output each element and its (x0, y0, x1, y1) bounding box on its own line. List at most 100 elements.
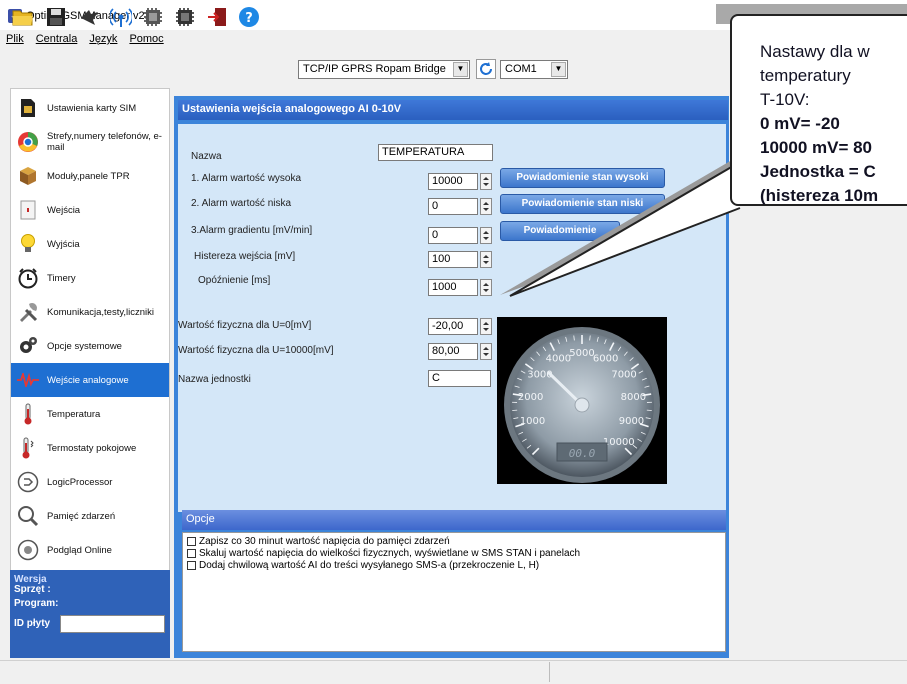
sidebar-item-event-memory[interactable]: Pamięć zdarzeń (11, 499, 169, 533)
unit-field[interactable]: C (428, 370, 491, 387)
callout-pointer (500, 160, 741, 297)
callout-line-2: temperatury (760, 66, 851, 85)
sidebar-item-online-preview[interactable]: Podgląd Online (11, 533, 169, 567)
checkbox[interactable] (187, 537, 196, 546)
option-scale-voltage[interactable]: Skaluj wartość napięcia do wielkości fiz… (187, 548, 580, 559)
phys-u0-stepper[interactable] (480, 318, 492, 335)
menu-jezyk[interactable]: Język (89, 33, 117, 51)
inputs-icon (17, 199, 39, 221)
refresh-icon[interactable] (476, 59, 496, 79)
sim-card-icon (17, 97, 39, 119)
version-program-label: Program: (14, 598, 59, 609)
callout-box: Nastawy dla w temperatury T-10V: 0 mV= -… (730, 14, 907, 206)
chip-icon[interactable] (142, 6, 164, 28)
exit-door-icon[interactable] (206, 6, 228, 28)
folder-open-icon[interactable] (12, 6, 34, 28)
alarm-high-field[interactable]: 10000 (428, 173, 478, 190)
checkbox[interactable] (187, 561, 196, 570)
phys-u10k-stepper[interactable] (480, 343, 492, 360)
hysteresis-field[interactable]: 100 (428, 251, 478, 268)
chevron-down-icon[interactable]: ▼ (453, 62, 468, 77)
callout-line-6: Jednostka = C (760, 162, 876, 181)
phys-u0-field[interactable]: -20,00 (428, 318, 478, 335)
option-add-ai-to-sms[interactable]: Dodaj chwilową wartość AI do treści wysy… (187, 560, 539, 571)
gauge-tick-label: 4000 (546, 354, 571, 365)
callout-line-1: Nastawy dla w (760, 42, 870, 61)
phys-u0-label: Wartość fizyczna dla U=0[mV] (178, 320, 312, 331)
phys-u10k-label: Wartość fizyczna dla U=10000[mV] (178, 345, 334, 356)
gauge-tick-label: 6000 (593, 354, 618, 365)
gauge-panel: 1000 2000 3000 4000 5000 6000 7000 8000 9000 1000… (497, 317, 667, 484)
event-memory-icon (17, 505, 39, 527)
sidebar-item-system-options[interactable]: Opcje systemowe (11, 329, 169, 363)
arrow-icon[interactable] (78, 6, 100, 28)
bulb-icon (17, 233, 39, 255)
callout-line-4: 0 mV= -20 (760, 114, 840, 133)
online-preview-icon (17, 539, 39, 561)
delay-label: Opóźnienie [ms] (198, 275, 271, 286)
phys-u10k-field[interactable]: 80,00 (428, 343, 478, 360)
name-label: Nazwa (191, 151, 222, 162)
waveform-icon (17, 369, 39, 391)
connection-type-select[interactable]: TCP/IP GPRS Ropam Bridge ▼ (298, 60, 470, 79)
menu-plik[interactable]: Plik (6, 33, 24, 51)
sidebar-item-outputs[interactable]: Wyjścia (11, 227, 169, 261)
checkbox[interactable] (187, 549, 196, 558)
gauge-tick-label: 1000 (520, 416, 545, 427)
sidebar-item-zones[interactable]: Strefy,numery telefonów, e-mail (11, 125, 169, 159)
sidebar-item-timers[interactable]: Timery (11, 261, 169, 295)
chrome-ball-icon (17, 131, 39, 153)
panel-title: Ustawienia wejścia analogowego AI 0-10V (178, 100, 728, 120)
status-divider (549, 662, 550, 682)
sidebar-item-communication[interactable]: Komunikacja,testy,liczniki (11, 295, 169, 329)
options-title: Opcje (182, 510, 726, 530)
com-port-select[interactable]: COM1 ▼ (500, 60, 568, 79)
gauge-dial: 1000200030004000500060007000800090001000… (504, 327, 660, 483)
options-list: Zapisz co 30 minut wartość napięcia do p… (182, 532, 726, 652)
gears-icon (17, 335, 39, 357)
alarm-gradient-field[interactable]: 0 (428, 227, 478, 244)
sidebar-item-logic-processor[interactable]: LogicProcessor (11, 465, 169, 499)
chip-dark-icon[interactable] (174, 6, 196, 28)
gauge-tick-label: 7000 (611, 369, 636, 380)
modules-icon (17, 165, 39, 187)
chevron-down-icon[interactable]: ▼ (551, 62, 566, 77)
unit-label: Nazwa jednostki (178, 374, 251, 385)
gauge-tick-label: 9000 (619, 416, 644, 427)
gauge-tick-label: 10000 (603, 437, 635, 448)
logic-icon (17, 471, 39, 493)
callout-line-3: T-10V: (760, 90, 810, 109)
sidebar-item-modules[interactable]: Moduły,panele TPR (11, 159, 169, 193)
version-hardware-label: Sprzęt : (14, 584, 51, 595)
callout-line-5: 10000 mV= 80 (760, 138, 873, 157)
gauge-tick-label: 2000 (518, 392, 543, 403)
antenna-icon[interactable] (110, 6, 132, 28)
gauge-readout: 00.0 (569, 447, 596, 460)
menu-centrala[interactable]: Centrala (36, 33, 78, 51)
svg-text:?: ? (245, 11, 253, 26)
delay-field[interactable]: 1000 (428, 279, 478, 296)
thermostat-icon (17, 437, 39, 459)
sidebar-item-thermostats[interactable]: Termostaty pokojowe (11, 431, 169, 465)
help-icon[interactable]: ? (238, 6, 260, 28)
sidebar-item-sim[interactable]: Ustawienia karty SIM (11, 91, 169, 125)
callout-line-7: (histereza 10m (760, 186, 879, 205)
thermometer-icon (17, 403, 39, 425)
alarm-high-label: 1. Alarm wartość wysoka (191, 173, 302, 184)
sidebar-item-analog-input[interactable]: Wejście analogowe (11, 363, 169, 397)
gauge-tick-label: 8000 (621, 392, 646, 403)
clock-icon (17, 267, 39, 289)
menu-bar: Plik Centrala Język Pomoc (0, 33, 164, 51)
board-id-field[interactable] (60, 615, 165, 633)
menu-pomoc[interactable]: Pomoc (129, 33, 163, 51)
sidebar-item-temperature[interactable]: Temperatura (11, 397, 169, 431)
board-id-label: ID płyty (14, 618, 51, 629)
version-panel: Wersja Sprzęt : Program: ID płyty (10, 570, 170, 658)
sidebar-item-inputs[interactable]: Wejścia (11, 193, 169, 227)
save-icon[interactable] (45, 6, 67, 28)
status-bar (0, 660, 907, 684)
alarm-low-label: 2. Alarm wartość niska (191, 198, 292, 209)
option-save-every-30min[interactable]: Zapisz co 30 minut wartość napięcia do p… (187, 536, 450, 547)
alarm-low-field[interactable]: 0 (428, 198, 478, 215)
name-field[interactable]: TEMPERATURA (378, 144, 493, 161)
